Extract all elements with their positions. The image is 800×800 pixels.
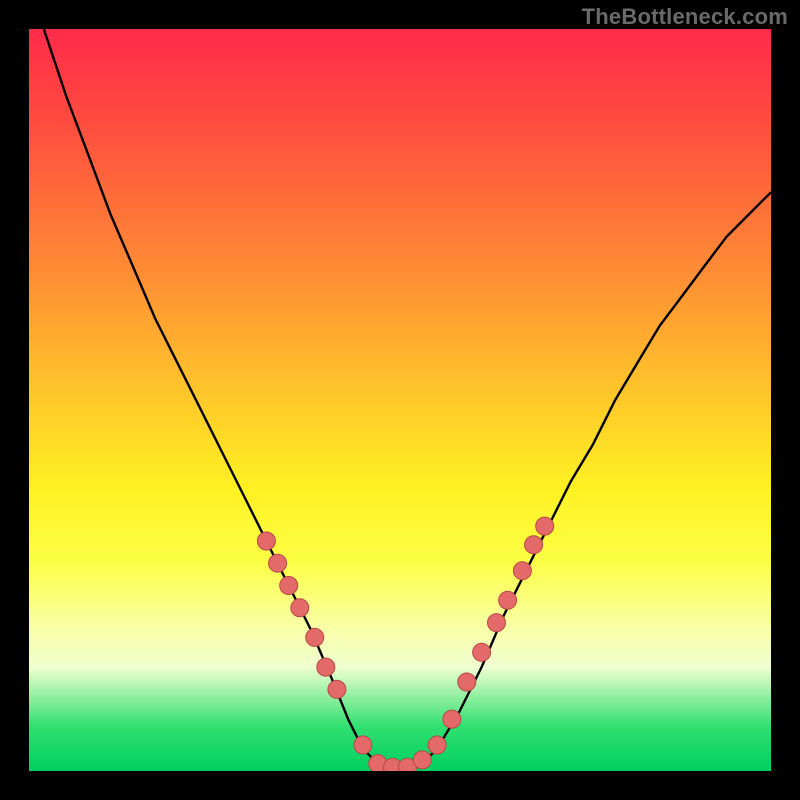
marker-dot: [257, 532, 275, 550]
marker-group: [257, 517, 553, 771]
marker-dot: [291, 599, 309, 617]
marker-dot: [513, 562, 531, 580]
marker-dot: [443, 710, 461, 728]
marker-dot: [525, 536, 543, 554]
marker-dot: [536, 517, 554, 535]
marker-dot: [428, 736, 446, 754]
marker-dot: [473, 643, 491, 661]
marker-dot: [488, 614, 506, 632]
chart-overlay: [29, 29, 771, 771]
marker-dot: [413, 751, 431, 769]
watermark-text: TheBottleneck.com: [582, 4, 788, 30]
marker-dot: [328, 680, 346, 698]
marker-dot: [280, 577, 298, 595]
marker-dot: [354, 736, 372, 754]
bottleneck-curve: [44, 29, 771, 771]
marker-dot: [499, 591, 517, 609]
marker-dot: [306, 628, 324, 646]
marker-dot: [269, 554, 287, 572]
marker-dot: [458, 673, 476, 691]
marker-dot: [317, 658, 335, 676]
